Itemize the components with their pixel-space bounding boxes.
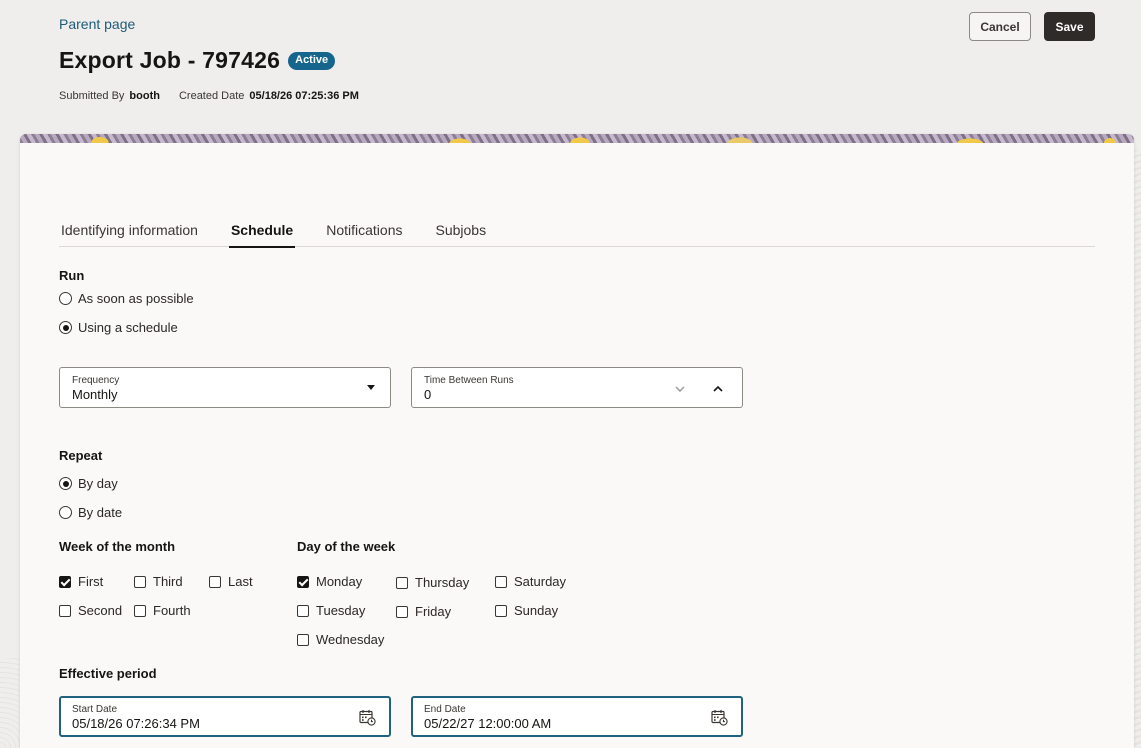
radio-button[interactable] [59,506,72,519]
checkbox[interactable] [59,604,71,617]
tab-bar: Identifying information Schedule Notific… [59,217,1095,248]
week-last-checkbox[interactable]: Last [209,574,253,589]
save-button[interactable]: Save [1044,12,1095,41]
checkbox-label: Thursday [415,575,470,590]
frequency-label: Frequency [72,375,120,386]
caret-down-icon[interactable] [367,385,375,390]
day-friday-checkbox[interactable]: Friday [396,604,451,619]
start-date-value: 05/18/26 07:26:34 PM [72,716,200,731]
time-between-runs-value: 0 [424,387,432,402]
background-pattern-right [1133,150,1141,748]
checkbox[interactable] [134,575,146,588]
week-fourth-checkbox[interactable]: Fourth [134,603,191,618]
checkbox-label: Saturday [514,574,567,589]
checkbox[interactable] [297,633,309,646]
checkbox[interactable] [209,575,221,588]
parent-page-link[interactable]: Parent page [59,16,135,32]
job-meta: Submitted By booth Created Date 05/18/26… [59,90,1095,102]
tab-identifying-information[interactable]: Identifying information [59,217,200,247]
tab-subjobs[interactable]: Subjobs [433,217,488,247]
checkbox[interactable] [297,604,309,617]
day-thursday-checkbox[interactable]: Thursday [396,575,469,590]
checkbox-checked[interactable] [59,575,71,588]
checkbox[interactable] [134,604,146,617]
repeat-option-label: By date [78,505,123,520]
checkbox-label: Second [78,603,123,618]
week-first-checkbox[interactable]: First [59,574,103,589]
end-date-input[interactable]: End Date 05/22/27 12:00:00 AM [411,696,743,737]
submitted-by-label: Submitted By [59,90,125,102]
end-date-label: End Date [424,704,466,715]
tab-schedule[interactable]: Schedule [228,217,296,248]
radio-button-selected[interactable] [59,321,72,334]
detail-card: Identifying information Schedule Notific… [20,134,1134,748]
checkbox-checked[interactable] [297,575,309,588]
submitted-by-value: booth [129,90,160,102]
repeat-option-by-day[interactable]: By day [59,476,118,491]
checkbox-label: Tuesday [316,603,366,618]
week-of-month-label: Week of the month [59,539,176,554]
run-label: Run [59,268,85,283]
cancel-button[interactable]: Cancel [969,12,1031,41]
decorative-banner [20,134,1134,143]
created-date-label: Created Date [178,90,245,102]
day-tuesday-checkbox[interactable]: Tuesday [297,603,365,618]
page-title: Export Job - 797426 [59,47,281,73]
week-third-checkbox[interactable]: Third [134,574,183,589]
checkbox[interactable] [396,605,408,618]
title-row: Export Job - 797426 Active [59,47,1095,74]
calendar-icon[interactable] [711,709,728,726]
run-option-asap[interactable]: As soon as possible [59,291,194,306]
created-date-value: 05/18/26 07:25:36 PM [249,90,359,102]
repeat-label: Repeat [59,448,103,463]
day-sunday-checkbox[interactable]: Sunday [495,603,558,618]
checkbox-label: Monday [316,574,363,589]
start-date-input[interactable]: Start Date 05/18/26 07:26:34 PM [59,696,391,737]
radio-button[interactable] [59,292,72,305]
day-wednesday-checkbox[interactable]: Wednesday [297,632,384,647]
checkbox[interactable] [396,576,408,589]
start-date-label: Start Date [72,704,118,715]
chevron-up-icon[interactable] [710,381,726,397]
checkbox-label: Third [153,574,183,589]
checkbox-label: Fourth [153,603,191,618]
header-actions: Cancel Save [969,12,1095,41]
day-of-week-label: Day of the week [297,539,396,554]
time-between-runs-input[interactable]: Time Between Runs 0 [411,367,743,408]
checkbox-label: Last [228,574,253,589]
chevron-down-icon[interactable] [672,381,688,397]
frequency-select[interactable]: Frequency Monthly [59,367,391,408]
checkbox-label: Wednesday [316,632,385,647]
effective-period-label: Effective period [59,666,157,681]
status-badge: Active [288,51,336,70]
radio-button-selected[interactable] [59,477,72,490]
run-option-label: Using a schedule [78,320,178,335]
calendar-icon[interactable] [359,709,376,726]
repeat-option-label: By day [78,476,118,491]
checkbox-label: Friday [415,604,452,619]
day-monday-checkbox[interactable]: Monday [297,574,362,589]
time-between-runs-label: Time Between Runs [424,375,514,386]
end-date-value: 05/22/27 12:00:00 AM [424,716,552,731]
frequency-value: Monthly [72,387,118,402]
day-saturday-checkbox[interactable]: Saturday [495,574,566,589]
page-header: Parent page Export Job - 797426 Active S… [59,12,1095,102]
checkbox[interactable] [495,575,507,588]
week-second-checkbox[interactable]: Second [59,603,122,618]
checkbox-label: First [78,574,104,589]
run-option-schedule[interactable]: Using a schedule [59,320,178,335]
repeat-option-by-date[interactable]: By date [59,505,122,520]
run-option-label: As soon as possible [78,291,194,306]
checkbox[interactable] [495,604,507,617]
tab-notifications[interactable]: Notifications [324,217,404,247]
checkbox-label: Sunday [514,603,559,618]
